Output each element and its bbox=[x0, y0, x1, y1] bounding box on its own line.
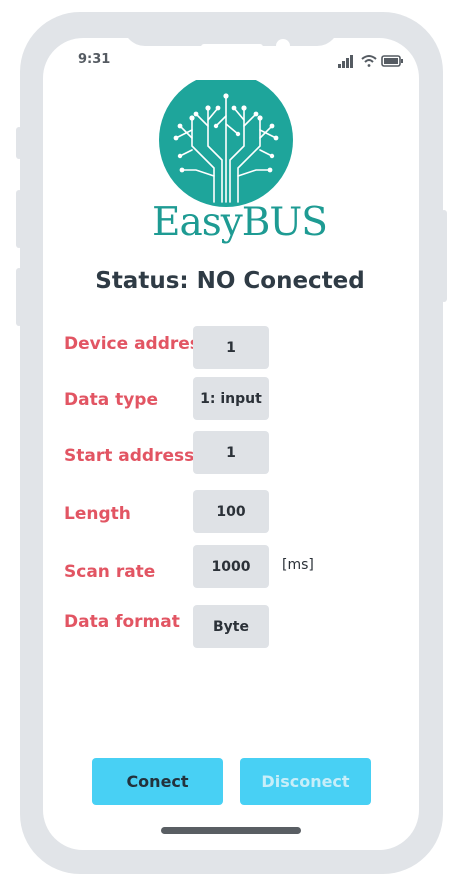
data-type-select[interactable]: 1: input bbox=[193, 377, 269, 420]
side-button-volume-up bbox=[16, 190, 22, 248]
front-camera bbox=[276, 39, 290, 53]
device-address-field[interactable]: 1 bbox=[193, 326, 269, 369]
connection-status: Status: NO Conected bbox=[95, 268, 365, 294]
home-indicator[interactable] bbox=[161, 827, 301, 834]
disconnect-button[interactable]: Disconect bbox=[240, 758, 371, 805]
scan-rate-label: Scan rate bbox=[64, 562, 156, 582]
length-label: Length bbox=[64, 504, 131, 524]
signal-icon bbox=[338, 55, 353, 68]
battery-icon bbox=[381, 55, 403, 67]
logo-wordmark: EasyBUS bbox=[152, 200, 328, 245]
status-bar-icons bbox=[338, 55, 403, 68]
status-bar-time: 9:31 bbox=[78, 52, 111, 67]
wifi-icon bbox=[361, 55, 377, 67]
connect-button[interactable]: Conect bbox=[92, 758, 223, 805]
data-format-select[interactable]: Byte bbox=[193, 605, 269, 648]
phone-notch bbox=[123, 12, 339, 46]
scan-rate-field[interactable]: 1000 bbox=[193, 545, 269, 588]
data-format-label: Data format bbox=[64, 612, 180, 632]
scan-rate-unit: [ms] bbox=[282, 557, 314, 573]
start-address-field[interactable]: 1 bbox=[193, 431, 269, 474]
start-address-label: Start address bbox=[64, 446, 195, 466]
side-button-mute bbox=[16, 127, 22, 159]
length-field[interactable]: 100 bbox=[193, 490, 269, 533]
device-address-label: Device address bbox=[64, 334, 211, 354]
data-type-label: Data type bbox=[64, 390, 159, 410]
speaker-grille bbox=[201, 44, 263, 50]
